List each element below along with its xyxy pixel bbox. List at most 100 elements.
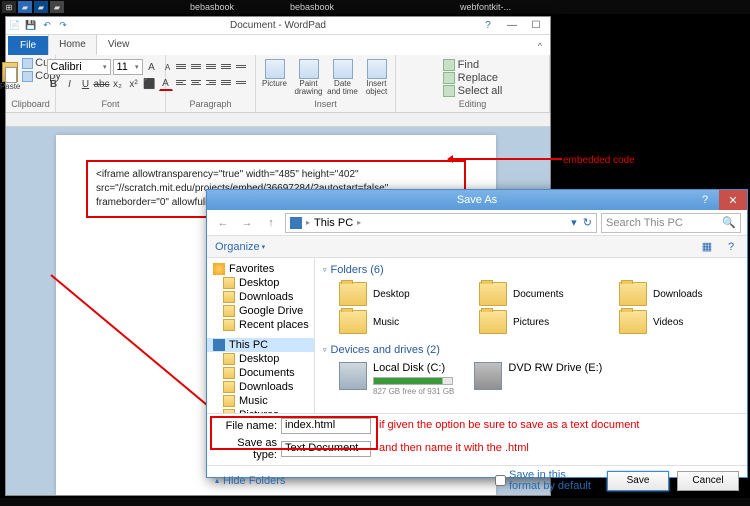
start-button[interactable]: ⊞: [2, 1, 16, 13]
folder-pictures[interactable]: Pictures: [479, 310, 599, 334]
location-text[interactable]: This PC: [314, 217, 353, 229]
strike-button[interactable]: abc: [95, 77, 109, 91]
ruler[interactable]: [6, 113, 550, 127]
close-icon[interactable]: ✕: [719, 190, 747, 210]
superscript-button[interactable]: x²: [127, 77, 141, 91]
redo-icon[interactable]: ↷: [56, 19, 70, 33]
task-label[interactable]: webfontkit-...: [460, 2, 511, 12]
paint-button[interactable]: Paint drawing: [293, 59, 325, 96]
datetime-button[interactable]: Date and time: [327, 59, 359, 96]
save-icon[interactable]: 💾: [24, 19, 38, 33]
paste-button[interactable]: Paste: [0, 57, 20, 95]
drives-section-header[interactable]: ▿Devices and drives (2): [323, 342, 739, 358]
back-button[interactable]: ←: [213, 213, 233, 233]
pc-icon: [290, 217, 302, 229]
savetype-combo[interactable]: Text Document: [281, 441, 371, 457]
help-icon[interactable]: ?: [476, 19, 500, 33]
task-icon[interactable]: ▰: [34, 1, 48, 13]
insert-object-button[interactable]: Insert object: [361, 59, 393, 96]
tree-favorites[interactable]: Favorites: [207, 262, 314, 276]
bold-button[interactable]: B: [47, 77, 61, 91]
para-button[interactable]: [234, 59, 248, 73]
decrease-indent-button[interactable]: [174, 59, 188, 73]
hide-folders-button[interactable]: ▴Hide Folders: [215, 475, 285, 487]
cancel-button[interactable]: Cancel: [677, 471, 739, 491]
tree-desktop2[interactable]: Desktop: [207, 352, 314, 366]
grow-font-icon[interactable]: A: [145, 60, 159, 74]
save-format-checkbox[interactable]: Save in this format by default: [495, 470, 599, 492]
tab-view[interactable]: View: [97, 34, 141, 55]
filename-label: File name:: [215, 420, 277, 432]
star-icon: [213, 263, 225, 275]
folder-icon: [223, 319, 235, 331]
tab-home[interactable]: Home: [48, 34, 97, 55]
nav-tree[interactable]: Favorites Desktop Downloads Google Drive…: [207, 258, 315, 413]
find-button[interactable]: Find: [443, 59, 503, 71]
save-button[interactable]: Save: [607, 471, 669, 491]
paragraph-dialog-button[interactable]: [234, 75, 248, 89]
folder-icon: [339, 310, 367, 334]
tree-downloads2[interactable]: Downloads: [207, 380, 314, 394]
line-spacing-button[interactable]: [219, 59, 233, 73]
drive-local-c[interactable]: Local Disk (C:)827 GB free of 931 GB: [339, 362, 454, 397]
tree-recent[interactable]: Recent places: [207, 318, 314, 332]
folder-documents[interactable]: Documents: [479, 282, 599, 306]
folder-music[interactable]: Music: [339, 310, 459, 334]
wordpad-titlebar[interactable]: 📄 💾 ↶ ↷ Document - WordPad ? — ☐: [6, 17, 550, 35]
ribbon-collapse-icon[interactable]: ^: [530, 37, 550, 55]
filename-input[interactable]: index.html: [281, 418, 371, 434]
align-center-button[interactable]: [189, 75, 203, 89]
up-button[interactable]: ↑: [261, 213, 281, 233]
increase-indent-button[interactable]: [189, 59, 203, 73]
tree-thispc[interactable]: This PC: [207, 338, 314, 352]
folder-desktop[interactable]: Desktop: [339, 282, 459, 306]
content-pane[interactable]: ▿Folders (6) Desktop Documents Downloads…: [315, 258, 747, 413]
font-size-combo[interactable]: 11▾: [113, 59, 143, 75]
tab-file[interactable]: File: [8, 36, 48, 55]
select-icon: [443, 85, 455, 97]
task-icon[interactable]: ▰: [18, 1, 32, 13]
align-right-button[interactable]: [204, 75, 218, 89]
folders-section-header[interactable]: ▿Folders (6): [323, 262, 739, 278]
task-label[interactable]: bebasbook: [190, 2, 234, 12]
undo-icon[interactable]: ↶: [40, 19, 54, 33]
organize-button[interactable]: Organize ▾: [215, 241, 265, 253]
windows-taskbar: ⊞ ▰ ▰ ▰ bebasbook bebasbook webfontkit-.…: [0, 0, 750, 14]
help-icon[interactable]: ?: [691, 190, 719, 210]
search-input[interactable]: Search This PC🔍: [601, 213, 741, 233]
drive-dvd[interactable]: DVD RW Drive (E:): [474, 362, 602, 397]
task-icon[interactable]: ▰: [50, 1, 64, 13]
disk-usage-bar: [373, 377, 453, 385]
highlight-button[interactable]: ⬛: [143, 77, 157, 91]
help-icon[interactable]: ?: [723, 239, 739, 255]
bullets-button[interactable]: [204, 59, 218, 73]
font-family-combo[interactable]: Calibri▾: [47, 59, 111, 75]
picture-button[interactable]: Picture: [259, 59, 291, 96]
view-options-icon[interactable]: ▦: [699, 239, 715, 255]
folder-downloads[interactable]: Downloads: [619, 282, 739, 306]
chevron-right-icon[interactable]: ▸: [357, 218, 361, 227]
tree-desktop[interactable]: Desktop: [207, 276, 314, 290]
address-bar[interactable]: ▸ This PC ▸ ▾ ↻: [285, 213, 597, 233]
folder-videos[interactable]: Videos: [619, 310, 739, 334]
subscript-button[interactable]: x₂: [111, 77, 125, 91]
folder-icon: [619, 310, 647, 334]
maximize-icon[interactable]: ☐: [524, 19, 548, 33]
italic-button[interactable]: I: [63, 77, 77, 91]
editing-group: Find Replace Select all Editing: [396, 55, 550, 112]
folder-icon: [223, 395, 235, 407]
underline-button[interactable]: U: [79, 77, 93, 91]
paragraph-group: Paragraph: [166, 55, 256, 112]
save-as-titlebar[interactable]: Save As ? ✕: [207, 190, 747, 210]
tree-downloads[interactable]: Downloads: [207, 290, 314, 304]
chevron-right-icon[interactable]: ▸: [306, 218, 310, 227]
tree-gdrive[interactable]: Google Drive: [207, 304, 314, 318]
align-left-button[interactable]: [174, 75, 188, 89]
replace-button[interactable]: Replace: [443, 72, 503, 84]
minimize-icon[interactable]: —: [500, 19, 524, 33]
justify-button[interactable]: [219, 75, 233, 89]
select-all-button[interactable]: Select all: [443, 85, 503, 97]
tree-music[interactable]: Music: [207, 394, 314, 408]
tree-documents[interactable]: Documents: [207, 366, 314, 380]
task-label[interactable]: bebasbook: [290, 2, 334, 12]
